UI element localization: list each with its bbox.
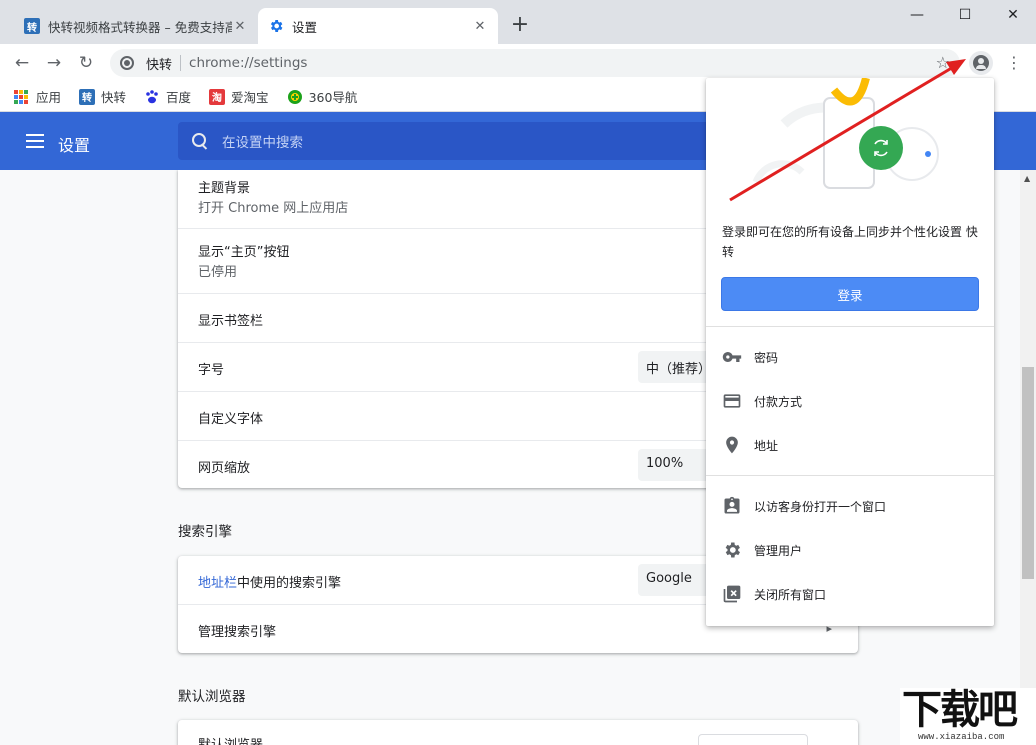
- annotation-arrow: [0, 0, 1036, 745]
- watermark-logo-text: 下载吧: [902, 688, 1016, 732]
- watermark-url: www.xiazaiba.com: [918, 732, 1004, 742]
- xiazaiba-watermark: 下载吧 www.xiazaiba.com: [900, 688, 1036, 745]
